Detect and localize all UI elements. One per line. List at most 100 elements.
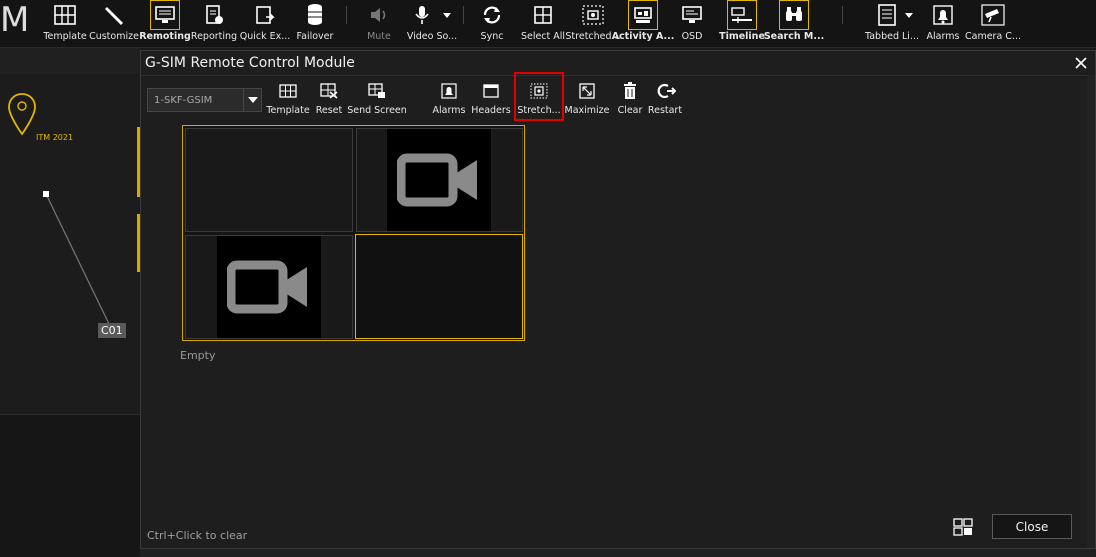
video-cell-1[interactable] — [185, 128, 353, 232]
camera-icon — [978, 0, 1008, 30]
ribbon-mute-button[interactable]: Mute — [360, 0, 398, 46]
ribbon-item-label: Search M... — [763, 31, 825, 42]
ribbon-item-label: Timeline — [719, 31, 765, 42]
tool-label: Template — [266, 105, 310, 116]
layout-toggle-icon[interactable] — [953, 518, 973, 536]
ribbon-item-label: Remoting — [139, 31, 191, 42]
video-cell-4-selected[interactable] — [355, 234, 523, 339]
ribbon-item-label: Sync — [480, 31, 504, 42]
background-lower-panel — [0, 414, 140, 557]
tool-headers-button[interactable]: Headers — [470, 79, 512, 119]
report-icon — [199, 0, 229, 30]
site-select-value: 1-SKF-GSIM — [154, 94, 213, 106]
tool-label: Clear — [617, 105, 643, 116]
reset-icon — [318, 80, 340, 102]
cell-status-label: Empty — [180, 349, 216, 362]
maximize-icon — [576, 80, 598, 102]
ribbon-tabbed-list-button[interactable]: Tabbed Li... — [864, 0, 920, 46]
ribbon-item-label: Mute — [367, 31, 391, 42]
dialog-title: G-SIM Remote Control Module — [145, 55, 355, 71]
ribbon-item-label: Customize — [89, 31, 139, 42]
binoculars-icon — [779, 0, 809, 30]
background-bottom-strip — [140, 549, 1096, 557]
title-divider — [141, 75, 1087, 76]
ribbon-camera-button[interactable]: Camera C... — [965, 0, 1021, 46]
dialog-close-button[interactable] — [1071, 53, 1091, 73]
stretch-highlight-frame — [514, 72, 564, 121]
camera-feed — [217, 236, 321, 338]
ribbon-remoting-button[interactable]: Remoting — [139, 0, 191, 46]
ribbon-item-label: Quick Ex... — [239, 31, 291, 42]
ribbon-separator — [842, 6, 843, 24]
camera-marker-label[interactable]: C01 — [98, 323, 126, 338]
restart-icon — [654, 80, 676, 102]
site-select-dropdown-button[interactable] — [243, 89, 261, 111]
ribbon-activity-alarm-button[interactable]: Activity A... — [612, 0, 674, 46]
ribbon-timeline-button[interactable]: Timeline — [719, 0, 765, 46]
ribbon-item-label: Video So... — [406, 31, 458, 42]
grid-icon — [50, 0, 80, 30]
sync-icon — [477, 0, 507, 30]
close-icon — [1075, 57, 1087, 69]
tool-clear-button[interactable]: Clear — [615, 79, 645, 119]
clear-hint: Ctrl+Click to clear — [147, 529, 248, 542]
wrench-icon — [99, 0, 129, 30]
ribbon-item-label: OSD — [681, 31, 703, 42]
dialog-scrollbar[interactable] — [1087, 75, 1095, 548]
ribbon-item-label: Reporting — [190, 31, 238, 42]
map-pin-icon — [9, 94, 35, 134]
tool-send-screen-button[interactable]: Send Screen — [347, 79, 407, 119]
tool-label: Maximize — [564, 105, 610, 116]
chevron-down-icon — [247, 97, 258, 103]
ribbon-video-source-button[interactable]: Video So... — [404, 0, 460, 46]
quick-export-icon — [250, 0, 280, 30]
ribbon-quick-export-button[interactable]: Quick Ex... — [240, 0, 290, 46]
ribbon-item-label: Failover — [296, 31, 334, 42]
ribbon-select-all-button[interactable]: Select All — [520, 0, 566, 46]
video-cell-2[interactable] — [356, 128, 523, 232]
ribbon-separator — [463, 6, 464, 24]
send-screen-icon — [366, 80, 388, 102]
tool-reset-button[interactable]: Reset — [313, 79, 345, 119]
ribbon-item-label: Camera C... — [965, 31, 1021, 42]
tool-alarms-button[interactable]: Alarms — [432, 79, 466, 119]
ribbon-osd-button[interactable]: OSD — [674, 0, 710, 46]
tool-maximize-button[interactable]: Maximize — [564, 79, 610, 119]
ribbon-failover-button[interactable]: Failover — [294, 0, 336, 46]
video-cell-3[interactable] — [185, 235, 353, 339]
main-ribbon: M Template Customize Remoting Reporting … — [0, 0, 1096, 48]
speaker-icon — [364, 0, 394, 30]
tool-restart-button[interactable]: Restart — [647, 79, 683, 119]
tool-label: Reset — [315, 105, 343, 116]
osd-monitor-icon — [677, 0, 707, 30]
ribbon-search-button[interactable]: Search M... — [763, 0, 825, 46]
remote-monitor-icon — [150, 0, 180, 30]
ribbon-item-label: Tabbed Li... — [865, 31, 919, 42]
background-toolbar-strip — [0, 48, 140, 74]
video-grid — [182, 125, 525, 341]
video-camera-icon — [397, 153, 477, 207]
app-logo-fragment: M — [0, 0, 30, 40]
remote-control-dialog: G-SIM Remote Control Module 1-SKF-GSIM T… — [140, 50, 1096, 549]
bell-icon — [438, 80, 460, 102]
headers-icon — [480, 80, 502, 102]
clear-icon — [619, 80, 641, 102]
ribbon-sync-button[interactable]: Sync — [473, 0, 511, 46]
site-select[interactable]: 1-SKF-GSIM — [147, 88, 262, 112]
microphone-icon — [408, 0, 456, 30]
ribbon-separator — [346, 6, 347, 24]
ribbon-item-label: Alarms — [926, 31, 960, 42]
ribbon-item-label: Select All — [520, 31, 566, 42]
ribbon-item-label: Template — [43, 31, 87, 42]
close-button[interactable]: Close — [992, 514, 1072, 539]
stretch-icon — [578, 0, 608, 30]
tool-template-button[interactable]: Template — [266, 79, 310, 119]
ribbon-customize-button[interactable]: Customize — [89, 0, 139, 46]
ribbon-reporting-button[interactable]: Reporting — [191, 0, 237, 46]
map-pin-label: ITM 2021 — [36, 133, 74, 142]
activity-alarm-icon — [628, 0, 658, 30]
ribbon-template-button[interactable]: Template — [43, 0, 87, 46]
tabbed-list-icon — [867, 0, 917, 30]
video-camera-icon — [227, 260, 307, 314]
ribbon-alarms-button[interactable]: Alarms — [924, 0, 962, 46]
